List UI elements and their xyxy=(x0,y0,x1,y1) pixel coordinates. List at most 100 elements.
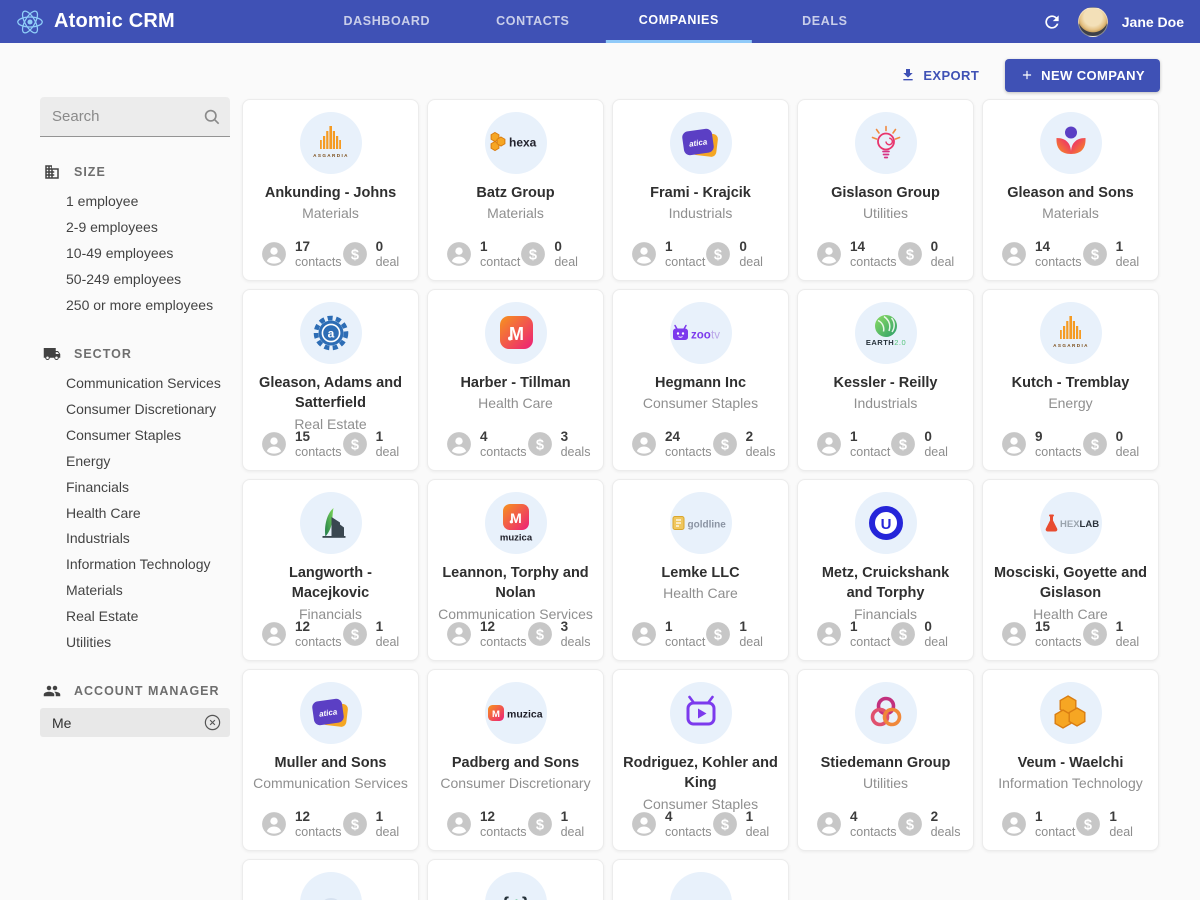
svg-text:HEXLAB: HEXLAB xyxy=(1060,519,1099,530)
filter-item[interactable]: Consumer Discretionary xyxy=(40,397,230,423)
filter-item[interactable]: 2-9 employees xyxy=(40,215,230,241)
person-icon xyxy=(1001,431,1027,457)
filter-item[interactable]: 10-49 employees xyxy=(40,241,230,267)
company-logo xyxy=(855,112,917,174)
person-icon xyxy=(446,621,472,647)
company-card[interactable]: Rodriguez, Kohler and King Consumer Stap… xyxy=(612,669,789,851)
svg-text:a: a xyxy=(327,327,334,341)
dollar-icon: $ xyxy=(705,621,731,647)
contacts-stat: 12 contacts xyxy=(446,809,527,839)
company-stats: 9 contacts $ 0 deal xyxy=(983,429,1158,459)
company-card[interactable]: a Gleason, Adams and Satterfield Real Es… xyxy=(242,289,419,471)
person-icon xyxy=(816,241,842,267)
company-name: Kessler - Reilly xyxy=(834,373,938,393)
person-icon xyxy=(816,811,842,837)
contacts-label: contacts xyxy=(850,255,897,269)
company-card[interactable]: Gleason and Sons Materials 14 contacts xyxy=(982,99,1159,281)
company-card[interactable]: Mmuzica Leannon, Torphy and Nolan Commun… xyxy=(427,479,604,661)
company-card[interactable]: atica Muller and Sons Communication Serv… xyxy=(242,669,419,851)
company-sector: Materials xyxy=(1042,205,1099,221)
filter-item[interactable]: Real Estate xyxy=(40,604,230,630)
company-stats: 1 contact $ 1 deal xyxy=(613,619,788,649)
filter-section: SIZE 1 employee2-9 employees10-49 employ… xyxy=(40,163,230,319)
company-card[interactable]: zootv Hegmann Inc Consumer Staples 24 co… xyxy=(612,289,789,471)
svg-text:$: $ xyxy=(714,247,722,263)
svg-text:tv: tv xyxy=(711,330,720,342)
deals-label: deal xyxy=(924,635,948,649)
search-icon xyxy=(202,107,222,132)
filter-chip-me[interactable]: Me xyxy=(40,708,230,737)
filter-item[interactable]: Consumer Staples xyxy=(40,423,230,449)
contacts-count: 1 xyxy=(850,619,890,635)
deals-count: 0 xyxy=(924,429,948,445)
filter-item[interactable]: Materials xyxy=(40,578,230,604)
svg-text:EARTH2.0: EARTH2.0 xyxy=(865,338,905,347)
contacts-stat: 12 contacts xyxy=(446,619,527,649)
filter-item[interactable]: 250 or more employees xyxy=(40,293,230,319)
company-card[interactable]: M Harber - Tillman Health Care 4 contact… xyxy=(427,289,604,471)
company-card[interactable]: Gislason Group Utilities 14 contacts xyxy=(797,99,974,281)
filter-item[interactable]: Utilities xyxy=(40,630,230,656)
company-name: Batz Group xyxy=(476,183,554,203)
company-card[interactable]: {} xyxy=(427,859,604,900)
deals-label: deal xyxy=(376,445,400,459)
people-icon xyxy=(43,682,61,700)
company-card[interactable]: Mmuzica Padberg and Sons Consumer Discre… xyxy=(427,669,604,851)
dollar-icon: $ xyxy=(1082,621,1108,647)
tab-deals[interactable]: DEALS xyxy=(752,0,898,43)
dollar-icon: $ xyxy=(520,241,546,267)
company-card[interactable]: ASGARDIA Kutch - Tremblay Energy 9 conta… xyxy=(982,289,1159,471)
company-card[interactable]: Langworth - Macejkovic Financials 12 con… xyxy=(242,479,419,661)
company-name: Gleason, Adams and Satterfield xyxy=(253,373,408,414)
contacts-label: contacts xyxy=(295,255,342,269)
tab-contacts[interactable]: CONTACTS xyxy=(460,0,606,43)
remove-filter-icon[interactable] xyxy=(203,713,222,732)
filter-item[interactable]: Energy xyxy=(40,449,230,475)
svg-text:$: $ xyxy=(1084,817,1092,833)
filter-section-title: SECTOR xyxy=(74,347,132,361)
deals-count: 1 xyxy=(376,429,400,445)
company-card[interactable]: hexa Batz Group Materials 1 contact xyxy=(427,99,604,281)
company-card[interactable]: goldline Lemke LLC Health Care 1 contact xyxy=(612,479,789,661)
deals-stat: $ 0 deal xyxy=(520,239,589,269)
contacts-count: 4 xyxy=(850,809,897,825)
dollar-icon: $ xyxy=(890,431,916,457)
company-card[interactable] xyxy=(612,859,789,900)
tab-companies[interactable]: COMPANIES xyxy=(606,0,752,43)
company-sector: Health Care xyxy=(663,585,738,601)
user-avatar[interactable] xyxy=(1078,7,1108,37)
filter-item[interactable]: 50-249 employees xyxy=(40,267,230,293)
svg-text:$: $ xyxy=(350,817,358,833)
company-name: Rodriguez, Kohler and King xyxy=(623,753,778,794)
filter-item[interactable]: Financials xyxy=(40,475,230,501)
export-button[interactable]: EXPORT xyxy=(892,61,987,89)
company-card[interactable]: EARTH2.0 Kessler - Reilly Industrials 1 … xyxy=(797,289,974,471)
filter-item[interactable]: Information Technology xyxy=(40,552,230,578)
filter-item[interactable]: Communication Services xyxy=(40,371,230,397)
dollar-icon: $ xyxy=(712,431,738,457)
deals-stat: $ 0 deal xyxy=(890,429,959,459)
company-card[interactable]: Veum - Waelchi Information Technology 1 … xyxy=(982,669,1159,851)
contacts-stat: 12 contacts xyxy=(261,619,342,649)
tab-dashboard[interactable]: DASHBOARD xyxy=(314,0,460,43)
contacts-stat: 17 contacts xyxy=(261,239,342,269)
refresh-button[interactable] xyxy=(1040,10,1064,34)
deals-count: 1 xyxy=(1109,809,1133,825)
filter-chip-label: Me xyxy=(52,715,71,731)
company-stats: 14 contacts $ 1 deal xyxy=(983,239,1158,269)
deals-stat: $ 0 deal xyxy=(890,619,959,649)
person-icon xyxy=(1001,621,1027,647)
company-card[interactable]: Stiedemann Group Utilities 4 contacts xyxy=(797,669,974,851)
new-company-button[interactable]: NEW COMPANY xyxy=(1005,59,1160,92)
svg-text:$: $ xyxy=(1090,247,1098,263)
filter-item[interactable]: Health Care xyxy=(40,501,230,527)
deals-label: deals xyxy=(931,825,961,839)
svg-text:$: $ xyxy=(714,627,722,643)
company-card[interactable] xyxy=(242,859,419,900)
company-card[interactable]: atica Frami - Krajcik Industrials 1 cont… xyxy=(612,99,789,281)
company-card[interactable]: HEXLAB Mosciski, Goyette and Gislason He… xyxy=(982,479,1159,661)
filter-item[interactable]: Industrials xyxy=(40,526,230,552)
company-card[interactable]: U Metz, Cruickshank and Torphy Financial… xyxy=(797,479,974,661)
filter-item[interactable]: 1 employee xyxy=(40,189,230,215)
company-card[interactable]: ASGARDIA Ankunding - Johns Materials 17 … xyxy=(242,99,419,281)
